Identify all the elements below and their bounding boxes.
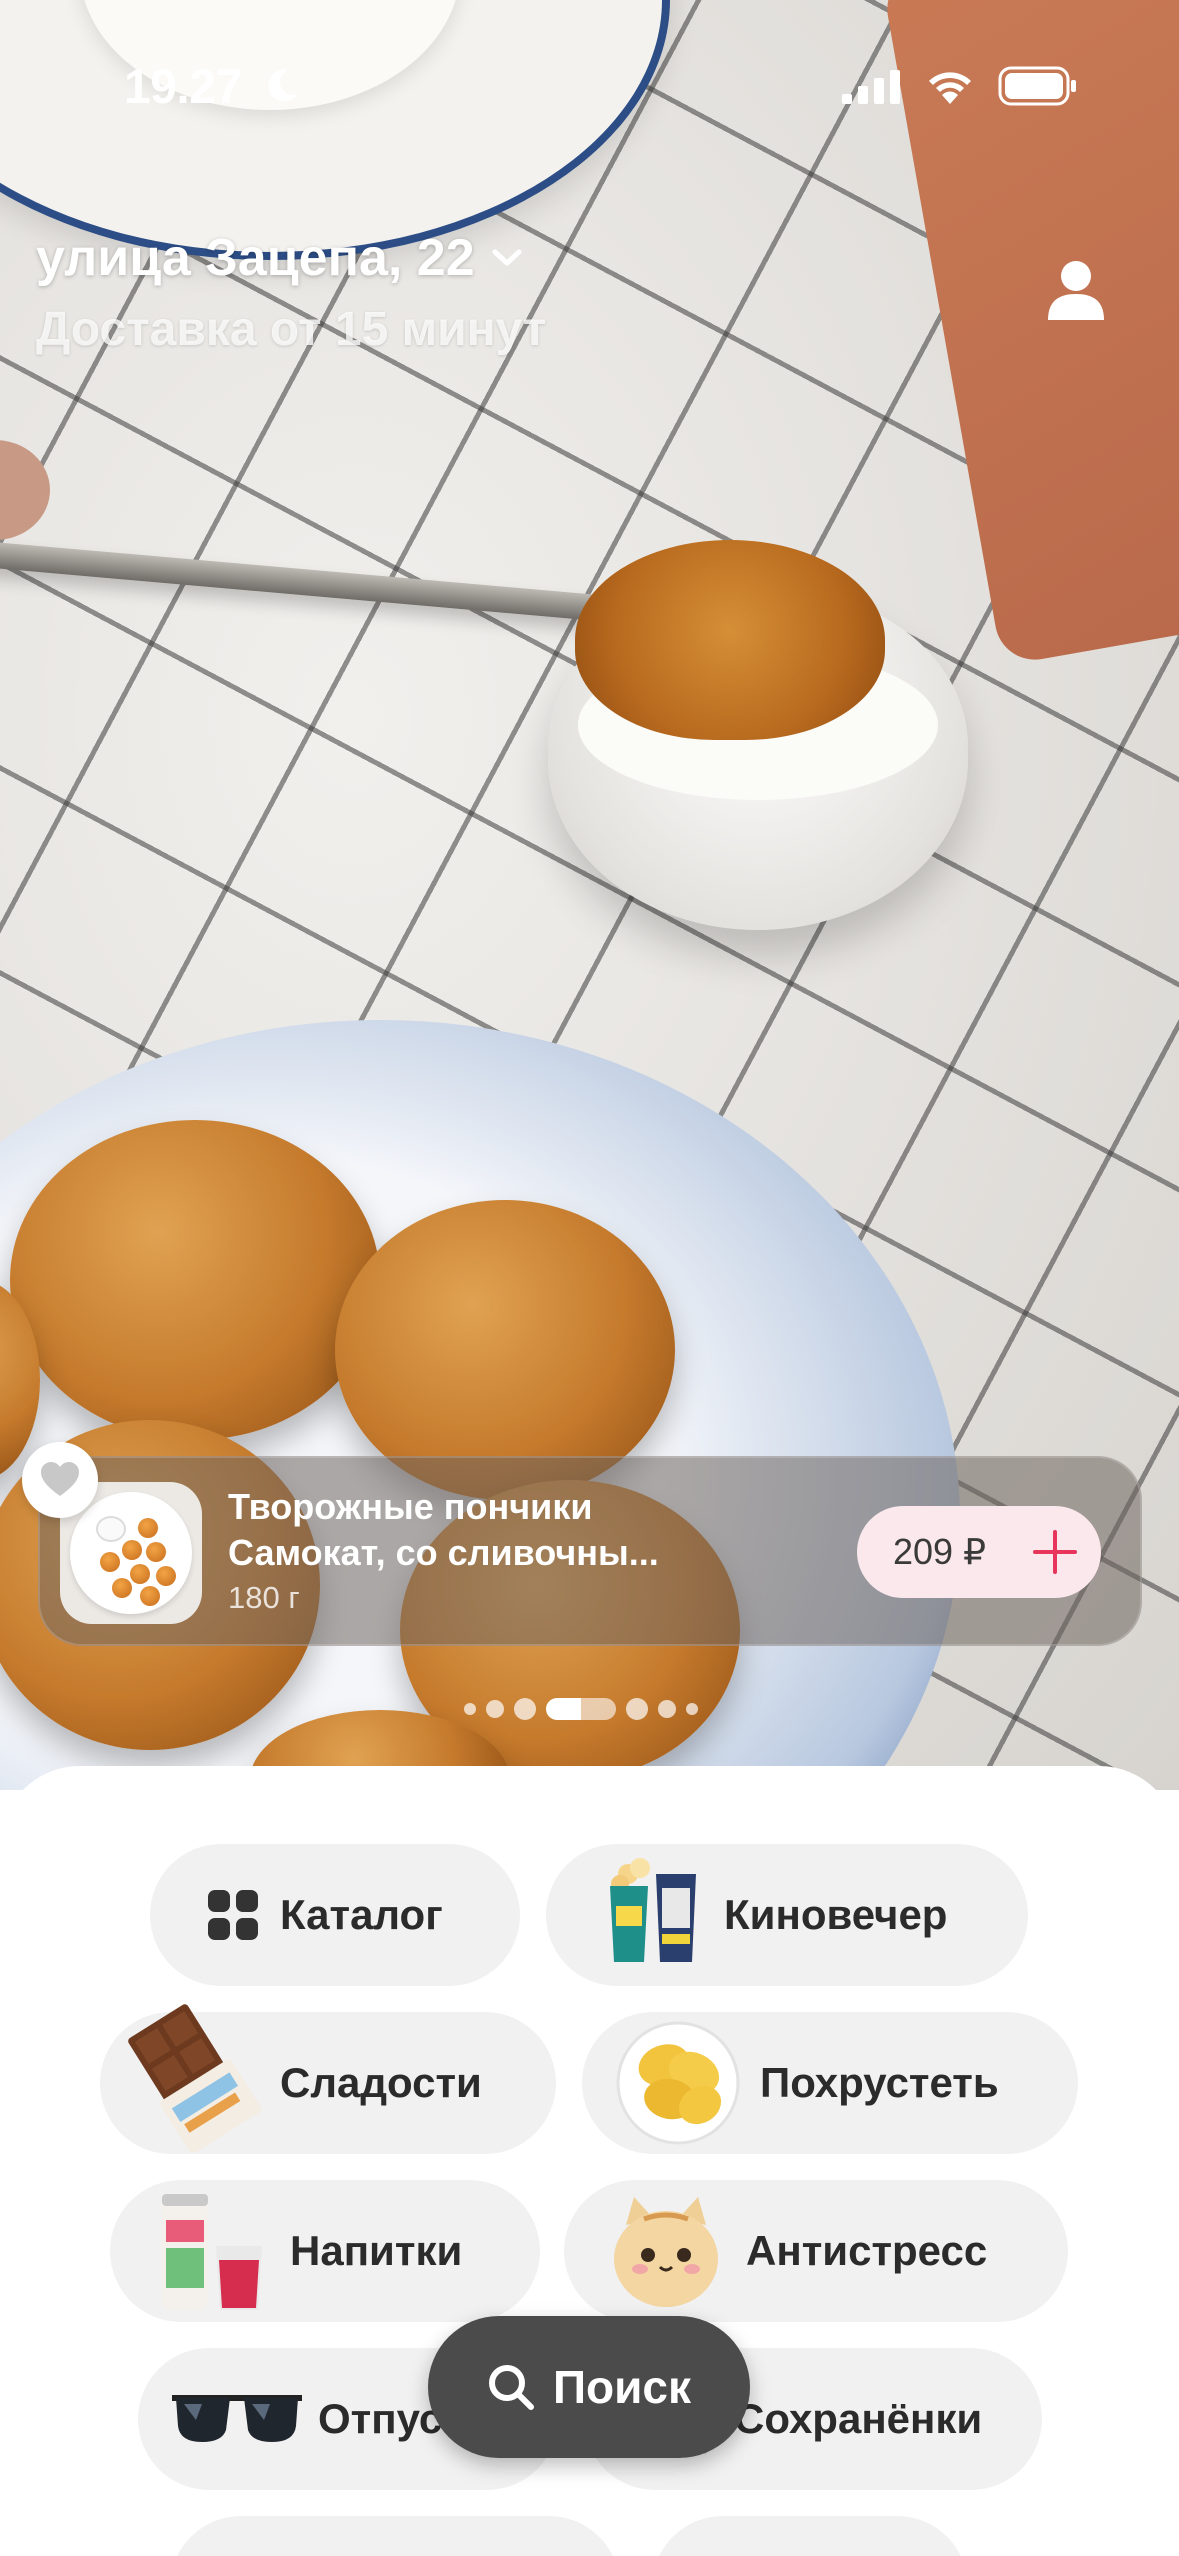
category-label: Антистресс (746, 2227, 988, 2274)
thumb-donut (146, 1542, 166, 1562)
pager-dot[interactable] (464, 1703, 476, 1715)
category-label: Похрустеть (760, 2059, 999, 2106)
pager-dot[interactable] (486, 1700, 504, 1718)
status-time: 19.27 (124, 61, 242, 114)
thumb-donut (112, 1578, 132, 1598)
category-drinks[interactable]: Напитки (110, 2180, 540, 2322)
pager-dot[interactable] (686, 1703, 698, 1715)
pager-dot[interactable] (626, 1698, 648, 1720)
profile-icon[interactable] (1046, 258, 1106, 324)
category-partial[interactable] (652, 2516, 968, 2556)
category-antistress[interactable]: Антистресс (564, 2180, 1068, 2322)
thumb-donut (130, 1564, 150, 1584)
plus-icon (1033, 1530, 1077, 1574)
favorite-button[interactable] (22, 1442, 98, 1518)
sunglasses-icon (172, 2395, 302, 2442)
donut-in-sauce (575, 540, 885, 740)
product-weight: 180 г (228, 1580, 300, 1615)
pager-dot[interactable] (514, 1698, 536, 1720)
category-sweets[interactable]: Сладости (100, 2004, 556, 2154)
donut (10, 1120, 380, 1440)
category-label: Каталог (280, 1891, 443, 1938)
price-text: 209 ₽ (893, 1531, 986, 1572)
thumb-donut (140, 1586, 160, 1606)
signal-icon (842, 70, 900, 104)
product-title-line2: Самокат, со сливочны... (228, 1532, 659, 1573)
address-text[interactable]: улица Зацепа, 22 (36, 228, 475, 288)
thumb-cream (96, 1516, 126, 1542)
search-icon (488, 2365, 534, 2410)
status-bar: 19.27 (0, 0, 1179, 170)
drink-icon (162, 2194, 262, 2310)
category-movie-night[interactable]: Киновечер (546, 1844, 1028, 1986)
thumb-donut (156, 1566, 176, 1586)
battery-icon (998, 66, 1076, 106)
donut (335, 1200, 675, 1500)
product-title-line1: Творожные пончики (228, 1486, 593, 1527)
banner-pager[interactable] (464, 1697, 698, 1721)
cat-plush-icon (614, 2197, 718, 2307)
chocolate-icon (128, 2004, 262, 2152)
category-partial[interactable] (170, 2516, 620, 2556)
category-label: Сладости (280, 2059, 482, 2106)
category-catalog[interactable]: Каталог (150, 1844, 520, 1986)
chevron-down-icon[interactable] (491, 248, 523, 268)
pager-dot-active[interactable] (546, 1698, 616, 1720)
chips-icon (616, 2021, 740, 2145)
pager-dot[interactable] (658, 1700, 676, 1718)
popcorn-icon (610, 1858, 696, 1962)
add-to-cart-button[interactable]: 209 ₽ (857, 1506, 1101, 1598)
address-block[interactable]: улица Зацепа, 22 Доставка от 15 минут (36, 228, 546, 357)
thumb-donut (122, 1540, 142, 1560)
category-label: Напитки (290, 2227, 463, 2274)
search-button[interactable]: Поиск (428, 2316, 750, 2458)
wifi-icon (929, 72, 971, 104)
search-label: Поиск (552, 2361, 692, 2413)
category-label: Сохранёнки (734, 2395, 983, 2442)
thumb-donut (138, 1518, 158, 1538)
thumb-donut (100, 1552, 120, 1572)
product-title[interactable]: Творожные пончики Самокат, со сливочны..… (228, 1484, 728, 1576)
category-crunch[interactable]: Похрустеть (582, 2012, 1078, 2154)
category-label: Киновечер (724, 1891, 948, 1938)
heart-icon (41, 1462, 79, 1496)
delivery-time-text: Доставка от 15 минут (36, 303, 547, 356)
fork (0, 540, 669, 627)
moon-icon (268, 69, 298, 102)
finger (0, 440, 50, 540)
grid-icon (208, 1890, 258, 1940)
